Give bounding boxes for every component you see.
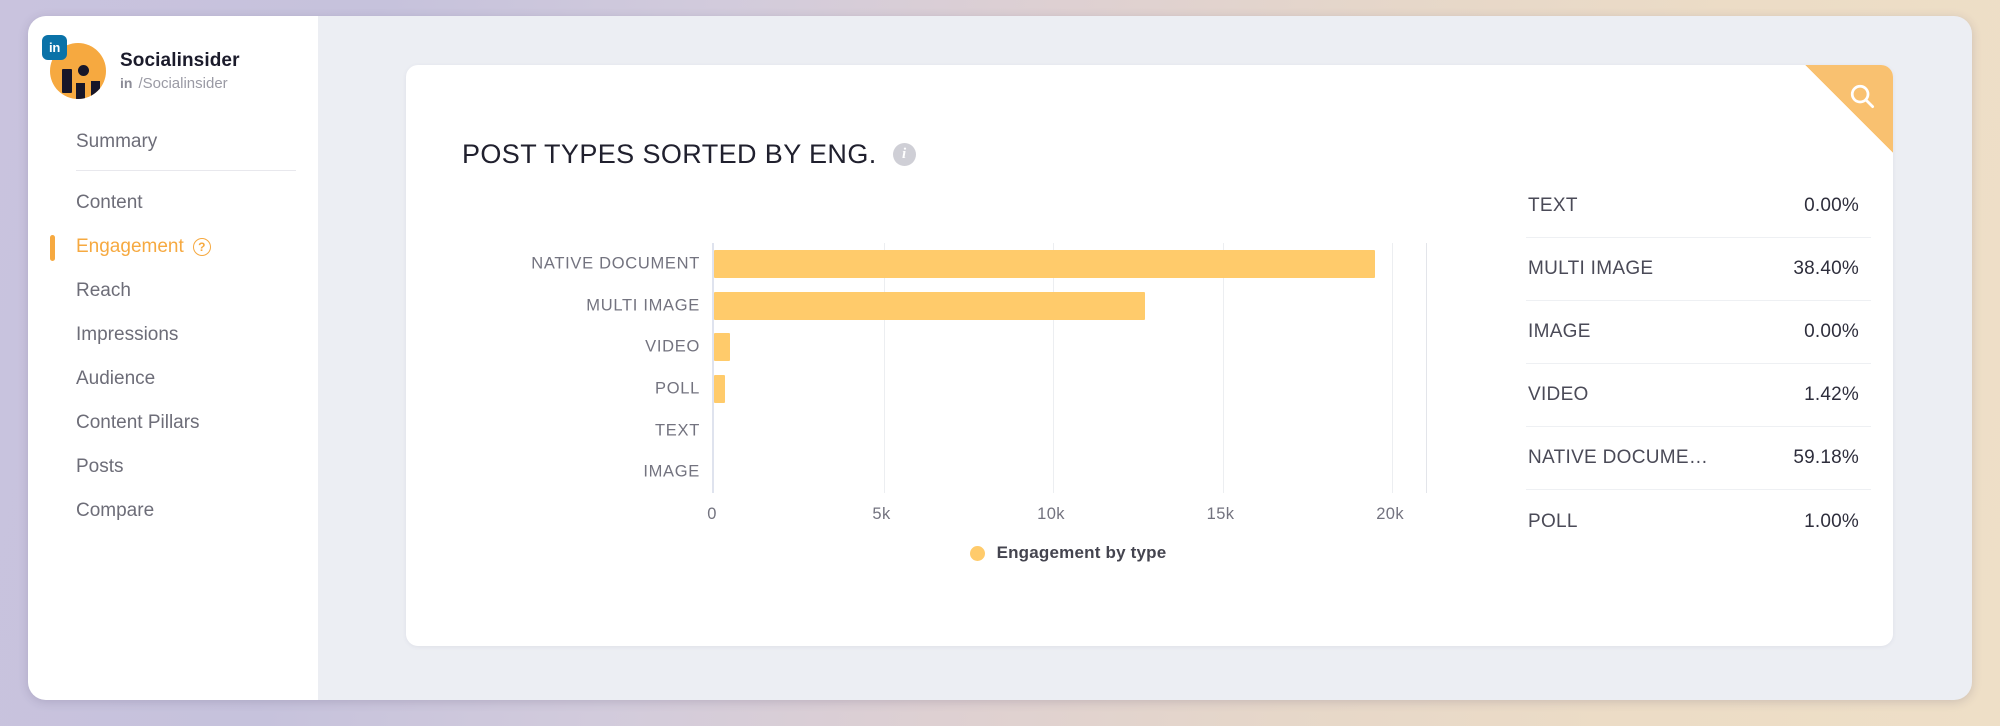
table-row-label: TEXT bbox=[1528, 195, 1578, 216]
sidebar-item-label: Posts bbox=[76, 456, 124, 477]
table-row-value: 1.00% bbox=[1804, 510, 1859, 532]
sidebar-item-summary[interactable]: Summary bbox=[28, 120, 318, 164]
search-icon[interactable] bbox=[1847, 81, 1877, 111]
legend-color-swatch bbox=[969, 545, 985, 561]
bar-chart: NATIVE DOCUMENT MULTI IMAGE VIDEO POLL TEXT I… bbox=[462, 243, 1502, 573]
help-icon[interactable]: ? bbox=[192, 238, 211, 256]
chart-gridline bbox=[1053, 243, 1055, 493]
app-window: in Socialinsider in /Socialinsider Summa… bbox=[28, 16, 1972, 700]
chart-category-label: VIDEO bbox=[645, 337, 700, 356]
linkedin-badge-icon: in bbox=[42, 35, 67, 60]
sidebar-item-label: Impressions bbox=[76, 324, 179, 345]
table-row-label: NATIVE DOCUME… bbox=[1528, 447, 1709, 468]
profile-header[interactable]: in Socialinsider in /Socialinsider bbox=[28, 16, 318, 102]
table-row[interactable]: IMAGE 0.00% bbox=[1526, 301, 1871, 364]
table-row-label: POLL bbox=[1528, 510, 1578, 532]
chart-category-label: TEXT bbox=[655, 421, 700, 439]
chart-gridline bbox=[1392, 243, 1394, 493]
chart-right-border bbox=[1426, 243, 1427, 493]
table-row-label: IMAGE bbox=[1528, 321, 1591, 342]
chart-gridline bbox=[1222, 243, 1224, 493]
sidebar-item-label: Content bbox=[76, 192, 143, 213]
linkedin-in-icon: in bbox=[120, 75, 133, 91]
sidebar-item-engagement[interactable]: Engagement ? bbox=[28, 225, 318, 269]
chart-category-label: POLL bbox=[655, 379, 700, 398]
profile-handle: /Socialinsider bbox=[138, 75, 228, 92]
table-row[interactable]: NATIVE DOCUME… 59.18% bbox=[1526, 427, 1871, 490]
chart-bar[interactable] bbox=[714, 374, 726, 403]
sidebar-item-posts[interactable]: Posts bbox=[28, 445, 318, 489]
sidebar-item-label: Summary bbox=[76, 131, 158, 152]
sidebar-item-label: Audience bbox=[76, 368, 156, 389]
search-ribbon[interactable] bbox=[1805, 65, 1893, 153]
chart-x-tick-label: 0 bbox=[707, 505, 717, 523]
table-row[interactable]: MULTI IMAGE 38.40% bbox=[1526, 238, 1871, 301]
sidebar-nav: Summary Content Engagement ? Reach Impre… bbox=[28, 102, 318, 533]
table-row-value: 1.42% bbox=[1804, 384, 1859, 405]
card-header: POST TYPES SORTED BY ENG. i bbox=[462, 139, 916, 170]
table-row[interactable]: TEXT 0.00% bbox=[1526, 175, 1871, 238]
table-row-label: VIDEO bbox=[1528, 384, 1589, 405]
profile-name: Socialinsider bbox=[120, 50, 240, 71]
sidebar-item-label: Compare bbox=[76, 500, 155, 521]
legend-label: Engagement by type bbox=[996, 543, 1167, 562]
sidebar-item-audience[interactable]: Audience bbox=[28, 357, 318, 401]
sidebar-item-label: Engagement bbox=[76, 236, 184, 257]
sidebar-item-content-pillars[interactable]: Content Pillars bbox=[28, 401, 318, 445]
chart-category-label: MULTI IMAGE bbox=[586, 296, 700, 314]
engagement-breakdown-table: TEXT 0.00% MULTI IMAGE 38.40% IMAGE 0.00% VIDE… bbox=[1526, 175, 1871, 553]
table-row-value: 59.18% bbox=[1793, 447, 1859, 468]
page-title: POST TYPES SORTED BY ENG. bbox=[462, 139, 877, 169]
info-icon[interactable]: i bbox=[892, 143, 916, 166]
chart-bar[interactable] bbox=[714, 291, 1145, 320]
table-row-label: MULTI IMAGE bbox=[1528, 258, 1654, 279]
sidebar-item-reach[interactable]: Reach bbox=[28, 269, 318, 313]
chart-category-label: IMAGE bbox=[643, 462, 700, 481]
chart-x-tick-label: 10k bbox=[1037, 505, 1065, 523]
chart-x-tick-label: 20k bbox=[1376, 505, 1404, 523]
chart-x-tick-label: 15k bbox=[1206, 505, 1235, 523]
sidebar-divider bbox=[76, 170, 296, 171]
chart-gridline bbox=[883, 243, 885, 493]
chart-category-label: NATIVE DOCUMENT bbox=[531, 254, 700, 273]
table-row-value: 38.40% bbox=[1793, 258, 1859, 279]
table-row[interactable]: POLL 1.00% bbox=[1526, 490, 1871, 553]
sidebar: in Socialinsider in /Socialinsider Summa… bbox=[28, 16, 318, 700]
avatar: in bbox=[42, 35, 106, 99]
table-row[interactable]: VIDEO 1.42% bbox=[1526, 364, 1871, 427]
sidebar-item-label: Content Pillars bbox=[76, 412, 200, 433]
chart-category-labels: NATIVE DOCUMENT MULTI IMAGE VIDEO POLL TEXT I… bbox=[462, 243, 712, 493]
sidebar-item-compare[interactable]: Compare bbox=[28, 489, 318, 533]
sidebar-item-content[interactable]: Content bbox=[28, 181, 318, 225]
table-row-value: 0.00% bbox=[1804, 195, 1859, 216]
sidebar-item-impressions[interactable]: Impressions bbox=[28, 313, 318, 357]
chart-x-tick-label: 5k bbox=[872, 505, 891, 523]
chart-legend: Engagement by type bbox=[712, 543, 1424, 563]
chart-plot-area bbox=[712, 243, 1427, 493]
table-row-value: 0.00% bbox=[1804, 321, 1859, 342]
chart-bar[interactable] bbox=[714, 249, 1376, 278]
chart-bar[interactable] bbox=[714, 333, 730, 362]
main-content: POST TYPES SORTED BY ENG. i NATIVE DOCUM… bbox=[318, 16, 1972, 700]
sidebar-item-label: Reach bbox=[76, 280, 131, 301]
chart-card: POST TYPES SORTED BY ENG. i NATIVE DOCUM… bbox=[406, 65, 1893, 646]
